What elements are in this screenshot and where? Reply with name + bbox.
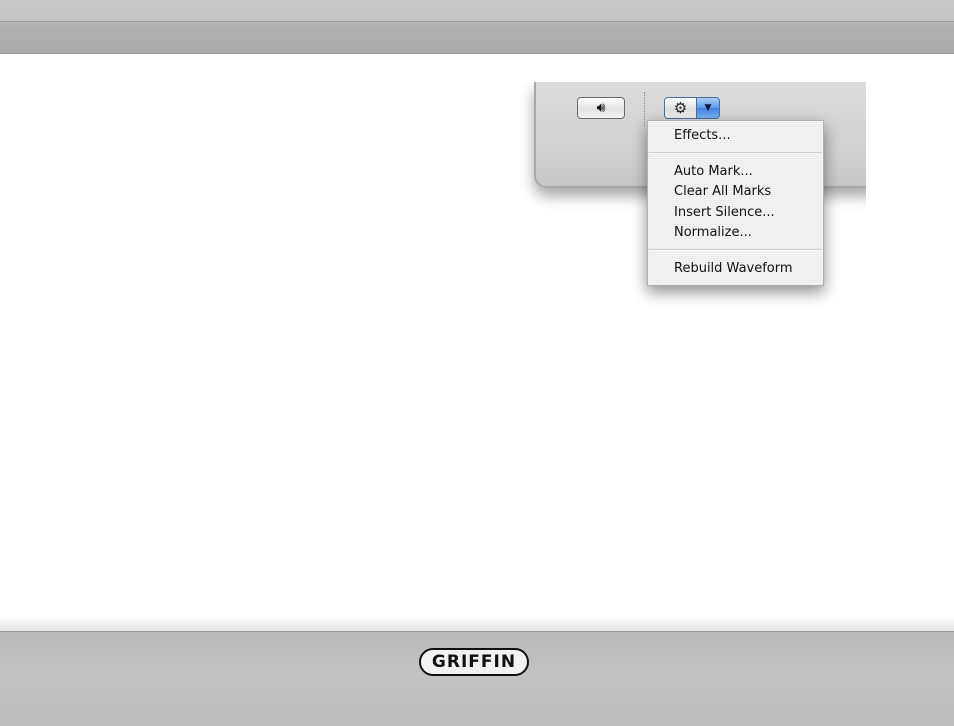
- menu-item-rebuild-waveform[interactable]: Rebuild Waveform: [674, 259, 793, 279]
- menu-item-normalize[interactable]: Normalize...: [674, 223, 752, 243]
- menu-item-effects[interactable]: Effects...: [674, 126, 731, 146]
- toolbar-separator: [644, 92, 645, 126]
- menu-separator: [649, 249, 822, 251]
- action-menu-button[interactable]: ⚙︎ ▼: [664, 97, 720, 119]
- footer-main: [0, 631, 954, 726]
- triangle-down-icon[interactable]: ▼: [697, 98, 719, 118]
- volume-button[interactable]: 🔊︎: [577, 97, 625, 119]
- header-divider: [0, 21, 954, 22]
- gear-icon: ⚙︎: [665, 98, 697, 118]
- action-dropdown-menu: Effects... Auto Mark... Clear All Marks …: [647, 120, 824, 286]
- menu-item-clear-all-marks[interactable]: Clear All Marks: [674, 182, 771, 202]
- speaker-icon: 🔊︎: [596, 100, 606, 116]
- footer-gap: [0, 617, 954, 631]
- menu-item-auto-mark[interactable]: Auto Mark...: [674, 162, 753, 182]
- menu-item-insert-silence[interactable]: Insert Silence...: [674, 203, 775, 223]
- griffin-logo: GRIFFIN: [419, 648, 529, 676]
- menu-separator: [649, 152, 822, 154]
- header-band: [0, 0, 954, 54]
